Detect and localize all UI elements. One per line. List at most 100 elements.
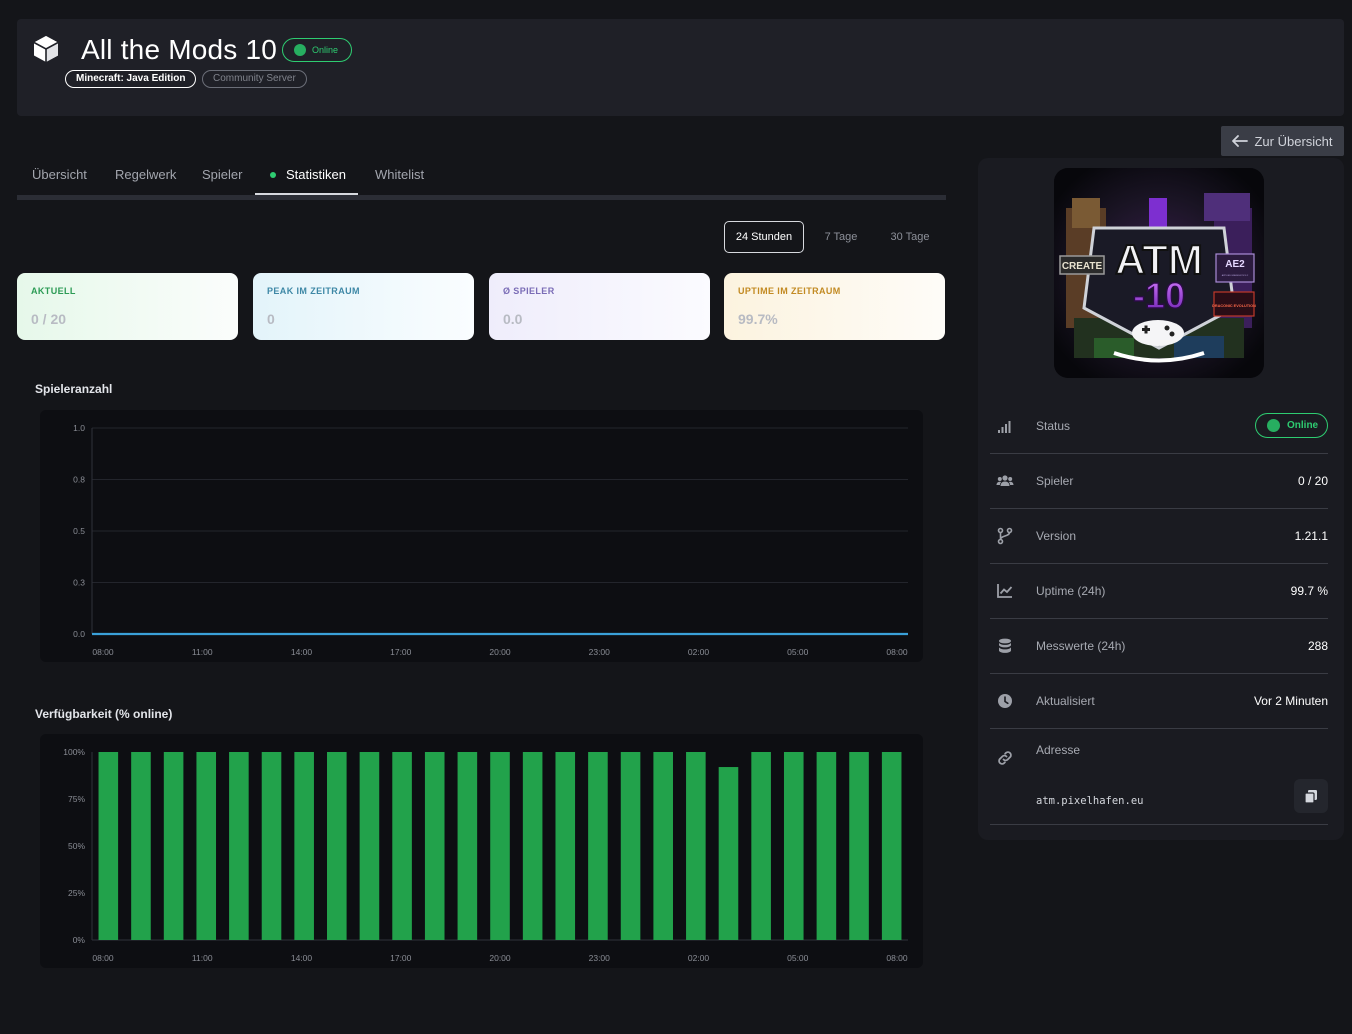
availability-bar: [783, 752, 804, 940]
range-30d-button[interactable]: 30 Tage: [876, 221, 944, 253]
availability-bar: [718, 767, 739, 940]
tab-statistics[interactable]: Statistiken: [270, 167, 346, 182]
y-tick-label: 0.5: [73, 526, 85, 536]
server-header: All the Mods 10 Online Minecraft: Java E…: [17, 19, 1344, 116]
server-type-tag: Community Server: [202, 70, 307, 88]
availability-bar: [555, 752, 576, 940]
info-row-label: Aktualisiert: [1036, 694, 1095, 708]
availability-bar: [196, 752, 217, 940]
availability-bar: [131, 752, 151, 940]
info-row-value: 1.21.1: [1294, 529, 1328, 543]
back-to-overview-button[interactable]: Zur Übersicht: [1221, 126, 1344, 156]
availability-bar: [424, 752, 445, 940]
availability-chart: 0% 25% 50% 75% 100% 08:00 11:00 14:00 17:00 20:00…: [63, 747, 908, 963]
x-tick-label: 08:00: [92, 647, 114, 657]
x-tick-label: 05:00: [787, 647, 809, 657]
x-tick-label: 08:00: [92, 953, 114, 963]
availability-bar: [816, 752, 837, 940]
stat-card-label: PEAK IM ZEITRAUM: [267, 286, 360, 296]
availability-bar: [620, 752, 641, 940]
range-7d-button[interactable]: 7 Tage: [812, 221, 870, 253]
availability-bar: [751, 752, 771, 940]
status-badge: Online: [282, 38, 352, 62]
tab-statistics-label: Statistiken: [286, 167, 346, 182]
users-icon: [996, 475, 1014, 486]
availability-bar: [327, 752, 347, 940]
availability-bar: [522, 752, 543, 940]
info-row-updated: Aktualisiert Vor 2 Minuten: [990, 674, 1328, 729]
copy-address-button[interactable]: [1294, 779, 1328, 813]
y-tick-label: 1.0: [73, 423, 85, 433]
active-dot-icon: [270, 171, 276, 178]
stat-card-peak: PEAK IM ZEITRAUM 0: [253, 273, 474, 340]
server-logo: ATM -10 CREATE AE2 APPLIED ENERGISTICS 2…: [1054, 168, 1264, 378]
info-row-value: 288: [1307, 639, 1328, 653]
stat-card-current: AKTUELL 0 / 20: [17, 273, 238, 340]
x-tick-label: 20:00: [489, 953, 511, 963]
availability-chart-container: 0% 25% 50% 75% 100% 08:00 11:00 14:00 17:00 20:00…: [40, 734, 923, 968]
info-row-label: Spieler: [1036, 474, 1074, 488]
status-badge-label: Online: [312, 45, 339, 55]
x-tick-label: 23:00: [589, 647, 611, 657]
status-badge: Online: [1255, 413, 1328, 438]
cube-icon: [33, 36, 59, 62]
x-tick-label: 11:00: [192, 953, 213, 963]
logo-badge-create: CREATE: [1062, 261, 1103, 272]
x-tick-label: 02:00: [688, 647, 710, 657]
availability-bar: [359, 752, 380, 940]
stat-card-value: 0: [267, 311, 275, 327]
tab-whitelist[interactable]: Whitelist: [375, 167, 424, 182]
database-icon: [999, 638, 1011, 653]
availability-bar: [229, 752, 249, 940]
info-row-label: Messwerte (24h): [1036, 639, 1126, 653]
tab-rules[interactable]: Regelwerk: [115, 167, 176, 182]
info-row-label: Version: [1036, 529, 1077, 543]
x-tick-label: 08:00: [886, 647, 908, 657]
y-tick-label: 0.0: [73, 629, 85, 639]
status-badge-label: Online: [1287, 420, 1319, 431]
info-row-value: Vor 2 Minuten: [1253, 694, 1328, 708]
player-chart-title: Spieleranzahl: [35, 382, 113, 396]
edition-tag: Minecraft: Java Edition: [65, 70, 197, 88]
availability-bar: [294, 752, 314, 940]
availability-bar: [261, 752, 282, 940]
info-row-value: 0 / 20: [1297, 474, 1328, 488]
x-tick-label: 17:00: [390, 647, 412, 657]
range-24h-button[interactable]: 24 Stunden: [724, 221, 804, 253]
page-title: All the Mods 10: [81, 34, 277, 65]
server-address[interactable]: atm.pixelhafen.eu: [1036, 795, 1143, 807]
link-icon: [998, 751, 1012, 765]
y-tick-label: 100%: [63, 747, 85, 757]
clock-icon: [998, 694, 1012, 708]
availability-chart-title: Verfügbarkeit (% online): [35, 707, 173, 721]
signal-icon: [998, 421, 1011, 433]
info-row-measurements: Messwerte (24h) 288: [990, 619, 1328, 674]
player-count-chart: 0.0 0.3 0.5 0.8 1.0 08:00 11:00 14:00 17:00 20:00…: [73, 423, 908, 657]
y-tick-label: 25%: [68, 888, 85, 898]
x-tick-label: 02:00: [688, 953, 710, 963]
x-tick-label: 14:00: [291, 953, 313, 963]
y-tick-label: 75%: [68, 794, 85, 804]
info-row-value: 99.7 %: [1290, 584, 1328, 598]
logo-badge-ae2: AE2: [1225, 259, 1245, 270]
stat-card-label: AKTUELL: [31, 286, 76, 296]
availability-bar: [686, 752, 706, 940]
chart-line-icon: [997, 584, 1013, 598]
arrow-left-icon: [1232, 135, 1249, 147]
info-row-label: Uptime (24h): [1036, 584, 1106, 598]
y-tick-label: 0%: [73, 935, 86, 945]
availability-bar: [588, 752, 608, 940]
stat-card-value: 99.7%: [738, 311, 778, 327]
tab-overview[interactable]: Übersicht: [32, 167, 87, 182]
availability-bar: [457, 752, 478, 940]
tab-players[interactable]: Spieler: [202, 167, 242, 182]
availability-bar: [653, 752, 673, 940]
info-row-uptime: Uptime (24h) 99.7 %: [990, 564, 1328, 619]
stat-card-value: 0.0: [503, 311, 523, 327]
x-tick-label: 05:00: [787, 953, 809, 963]
availability-bar: [163, 752, 184, 940]
info-row-address: Adresse atm.pixelhafen.eu: [990, 729, 1328, 825]
availability-bar: [490, 752, 510, 940]
info-row-label: Adresse: [1036, 743, 1081, 757]
stat-card-average: Ø SPIELER 0.0: [489, 273, 710, 340]
